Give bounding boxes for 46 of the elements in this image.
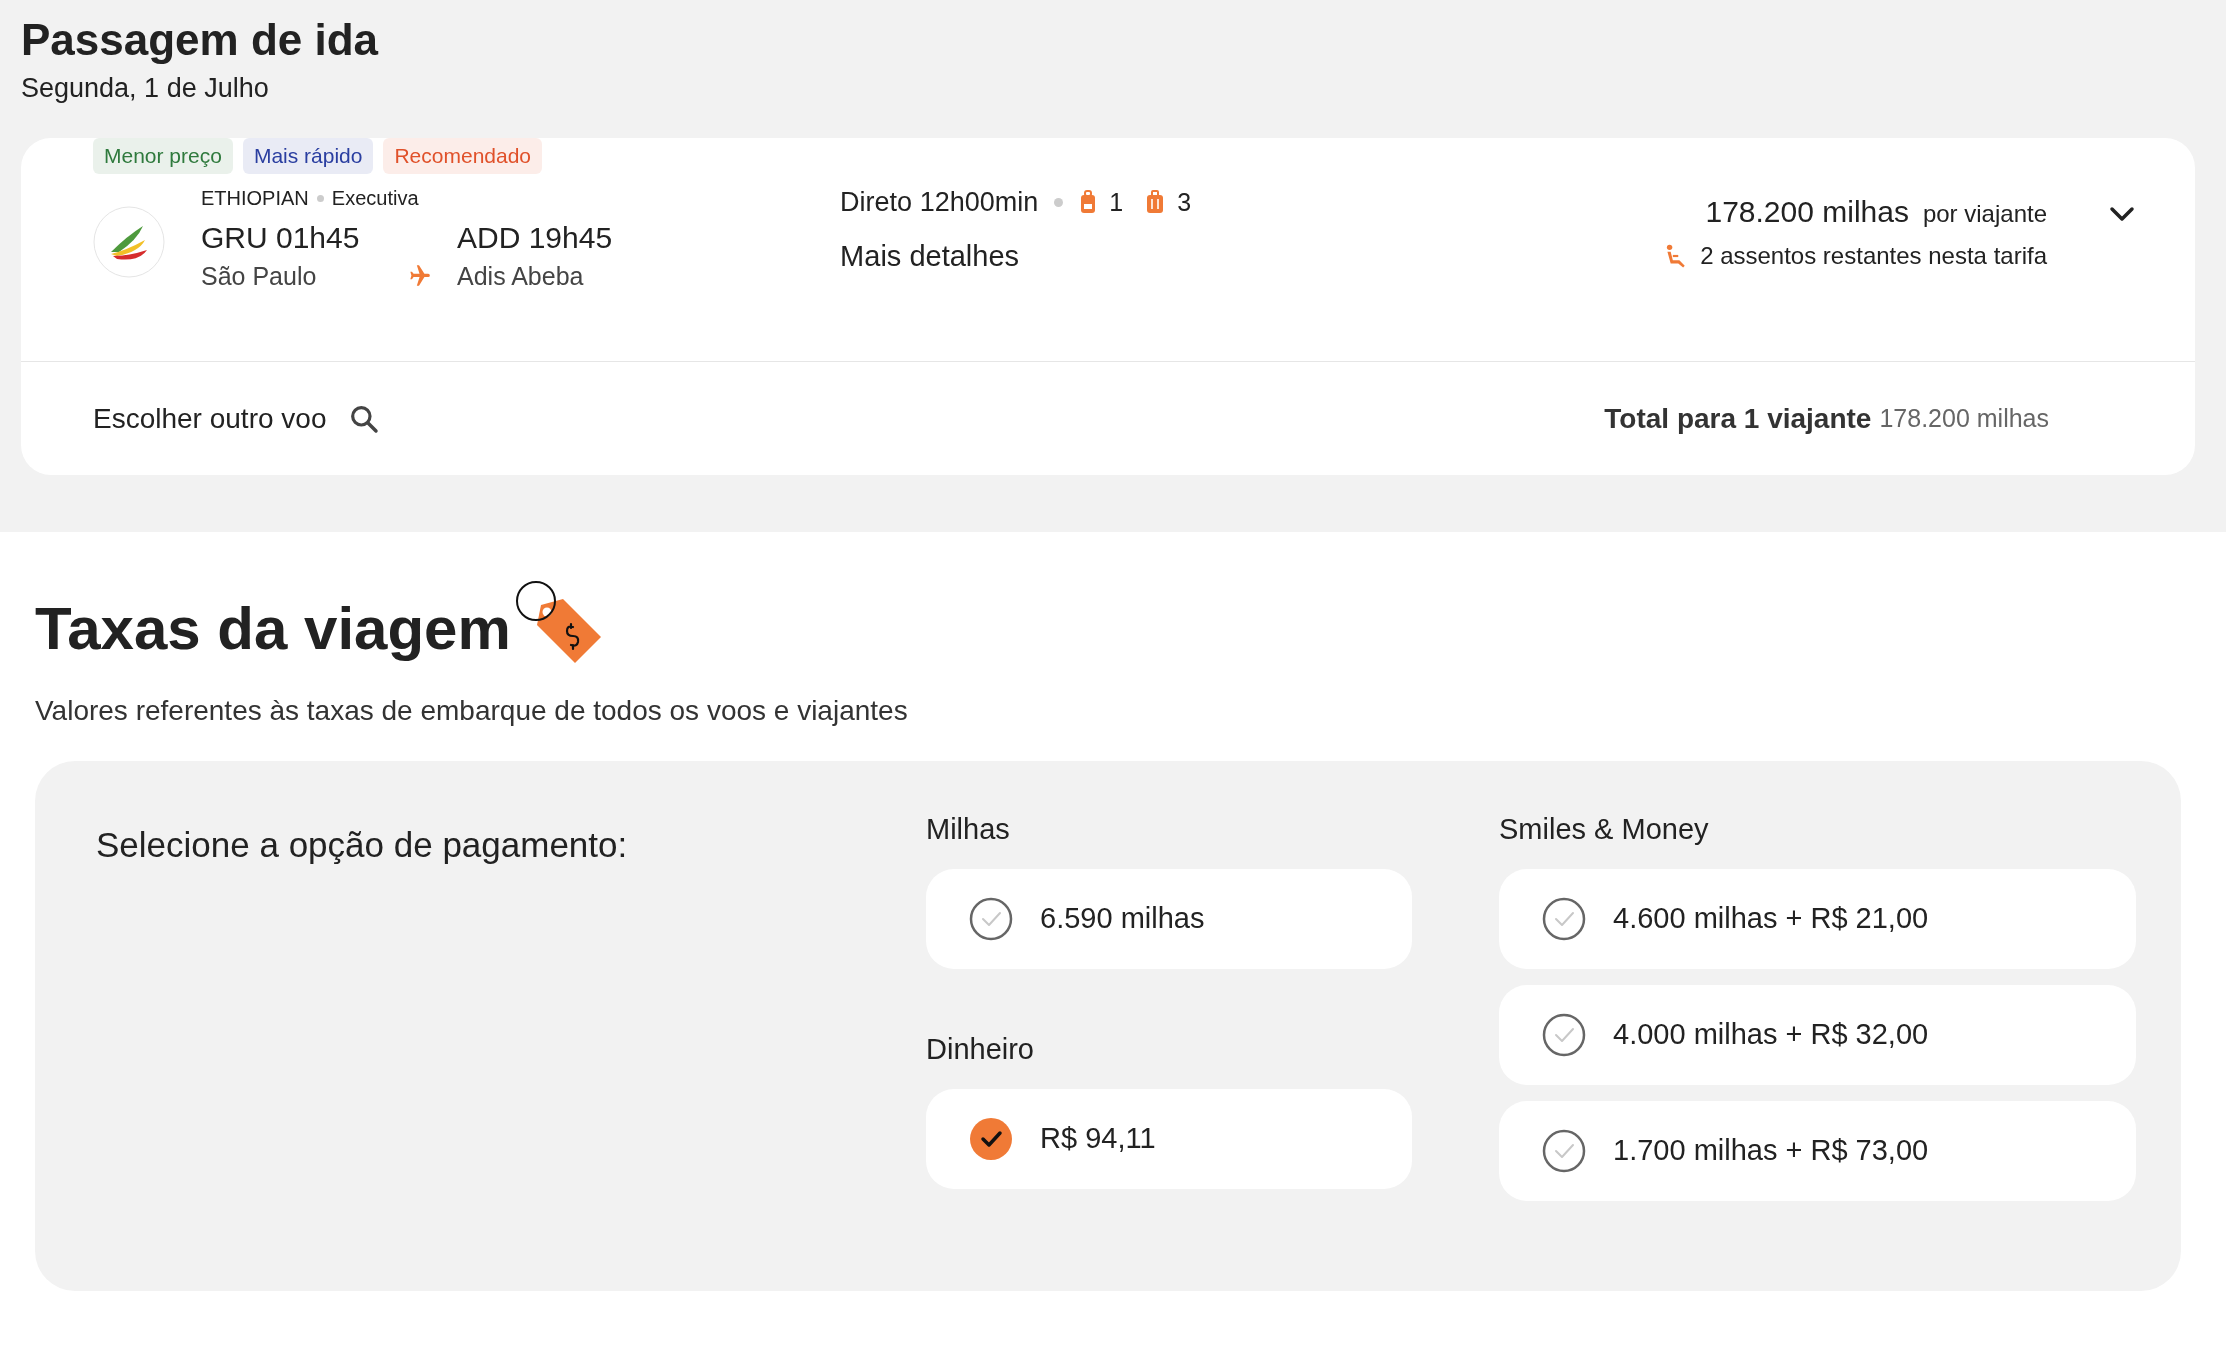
payment-option[interactable]: 4.000 milhas + R$ 32,00 <box>1499 985 2136 1085</box>
suitcase-icon <box>1145 190 1166 214</box>
payment-prompt: Selecione a opção de pagamento: <box>96 824 629 866</box>
section-title: Taxas da viagem <box>35 594 511 664</box>
payment-group-title: Milhas <box>926 812 1011 847</box>
payment-option[interactable]: R$ 94,11 <box>926 1089 1412 1189</box>
payment-option-label: 4.600 milhas + R$ 21,00 <box>1613 901 1929 937</box>
cabin-class: Executiva <box>331 186 419 211</box>
unchecked-radio-icon[interactable] <box>1542 1129 1586 1173</box>
payment-option-label: R$ 94,11 <box>1040 1121 1156 1157</box>
departure-city: São Paulo <box>201 261 318 292</box>
departure-time: GRU 01h45 <box>201 220 361 256</box>
payment-option[interactable]: 1.700 milhas + R$ 73,00 <box>1499 1101 2136 1201</box>
payment-option[interactable]: 6.590 milhas <box>926 869 1412 969</box>
section-description: Valores referentes às taxas de embarque de todos os voos e viajantes <box>35 694 909 728</box>
flight-duration: Direto 12h00min <box>840 186 1039 219</box>
unchecked-radio-icon[interactable] <box>1542 1013 1586 1057</box>
unchecked-radio-icon[interactable] <box>969 897 1013 941</box>
unchecked-radio-icon[interactable] <box>1542 897 1586 941</box>
price-per-traveler: 178.200 milhas <box>1705 194 1909 230</box>
total-label: Total para 1 viajante <box>1604 401 1872 436</box>
payment-option-label: 4.000 milhas + R$ 32,00 <box>1613 1017 1929 1053</box>
checked-radio-icon[interactable] <box>969 1117 1013 1161</box>
total-value: 178.200 milhas <box>1879 402 2049 434</box>
arrival-city: Adis Abeba <box>457 261 585 292</box>
flight-badge: Recomendado <box>383 138 543 174</box>
airline-name: ETHIOPIAN <box>201 186 309 211</box>
payment-group-title: Smiles & Money <box>1499 812 1710 847</box>
arrival-time: ADD 19h45 <box>457 220 613 256</box>
seats-remaining: 2 assentos restantes nesta tarifa <box>1700 241 2047 271</box>
page-title: Passagem de ida <box>21 14 380 66</box>
backpack-icon <box>1079 190 1098 214</box>
carry-on-count: 1 <box>1109 187 1124 218</box>
chevron-down-icon[interactable] <box>2109 206 2135 222</box>
payment-group-title: Dinheiro <box>926 1032 1035 1067</box>
details-link[interactable]: Mais detalhes <box>840 236 1192 276</box>
flight-badge: Menor preço <box>93 138 233 174</box>
payment-option-label: 6.590 milhas <box>1040 901 1205 937</box>
checked-bag-count: 3 <box>1177 187 1192 218</box>
page-subtitle: Segunda, 1 de Julho <box>21 72 270 105</box>
airline-logo <box>93 206 165 278</box>
flight-badge: Mais rápido <box>242 138 374 174</box>
choose-other-flight-button[interactable]: Escolher outro voo <box>93 397 381 440</box>
price-unit: por viajante <box>1922 199 2047 229</box>
payment-option-label: 1.700 milhas + R$ 73,00 <box>1613 1133 1929 1169</box>
payment-option[interactable]: 4.600 milhas + R$ 21,00 <box>1499 869 2136 969</box>
